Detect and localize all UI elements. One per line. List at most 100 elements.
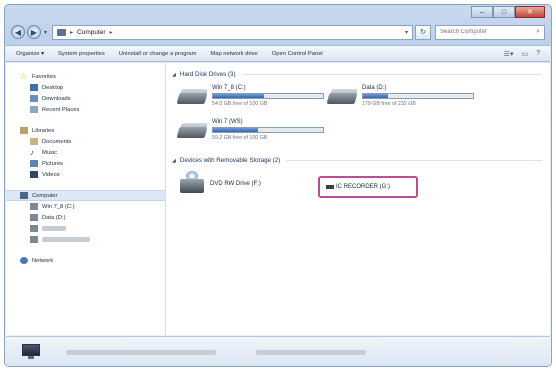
sidebar-item-label: Win 7_8 (C:): [42, 203, 75, 210]
hard-drive-icon: [326, 85, 358, 107]
drive-tile-c[interactable]: Win 7_8 (C:) 54.0 GB free of 100 GB: [176, 85, 324, 107]
sidebar-item-label: Libraries: [32, 127, 55, 134]
hard-drive-icon: [30, 236, 38, 243]
drive-name: Win 7_8 (C:): [212, 85, 246, 91]
sidebar-item-downloads[interactable]: Downloads: [6, 93, 165, 104]
drive-usage-bar: [212, 127, 324, 133]
maximize-button[interactable]: □: [493, 6, 515, 18]
uninstall-program-button[interactable]: Uninstall or change a program: [119, 51, 197, 57]
network-group: Network: [6, 255, 165, 266]
dvd-drive-tile[interactable]: DVD RW Drive (F:): [178, 171, 261, 195]
hard-drive-icon: [30, 203, 38, 210]
sidebar-item-recent-places[interactable]: Recent Places: [6, 104, 165, 115]
forward-arrow-icon: ▶: [30, 27, 38, 37]
group-divider: [241, 74, 542, 75]
sidebar-item-label: Recent Places: [42, 106, 80, 113]
sidebar-item-network[interactable]: Network: [6, 255, 165, 266]
desktop-icon: [30, 84, 38, 91]
group-title: Devices with Removable Storage (2): [179, 157, 281, 164]
breadcrumb-computer[interactable]: Computer: [77, 29, 106, 36]
details-pane: [6, 336, 550, 366]
back-arrow-icon: ◀: [14, 27, 22, 37]
map-network-drive-button[interactable]: Map network drive: [210, 51, 257, 57]
content-pane[interactable]: ◢ Hard Disk Drives (3) Win 7_8 (C:) 54.0…: [166, 63, 550, 335]
sidebar-item-label: Network: [32, 257, 54, 264]
sidebar-item-videos[interactable]: Videos: [6, 169, 165, 180]
drive-free-space: 54.0 GB free of 100 GB: [212, 101, 268, 107]
open-control-panel-button[interactable]: Open Control Panel: [272, 51, 323, 57]
command-bar: Organize ▾ System properties Uninstall o…: [6, 45, 550, 62]
sidebar-item-desktop[interactable]: Desktop: [6, 82, 165, 93]
collapse-triangle-icon: ◢: [172, 157, 176, 164]
drive-usage-fill: [363, 94, 389, 98]
hard-drive-icon: [176, 85, 208, 107]
main-area: ☆ Favorites Desktop Downloads Recent Pla…: [6, 63, 550, 335]
close-button[interactable]: ✕: [515, 6, 545, 18]
explorer-window: – □ ✕ ◀ ▶ ▾ ▸ Computer ▸ ▾ ↻ ⌕ Organize …: [4, 4, 552, 367]
hard-disk-drives-header[interactable]: ◢ Hard Disk Drives (3): [172, 69, 550, 80]
documents-icon: [30, 138, 38, 145]
drive-name: Win 7 (WS): [212, 119, 243, 125]
sidebar-item-music[interactable]: ♪ Music: [6, 147, 165, 158]
libraries-icon: [20, 127, 28, 134]
sidebar-item-label: Computer: [32, 192, 58, 199]
breadcrumb-separator[interactable]: ▸: [110, 29, 113, 36]
removable-storage-header[interactable]: ◢ Devices with Removable Storage (2): [172, 155, 550, 166]
change-view-icon[interactable]: ☰▾: [504, 50, 514, 58]
blurred-detail-text: [256, 349, 366, 355]
refresh-button[interactable]: ↻: [415, 24, 431, 40]
hard-drive-icon: [176, 119, 208, 141]
sidebar-item-drive-blurred-1[interactable]: [6, 223, 165, 234]
recent-pages-dropdown[interactable]: ▾: [44, 29, 47, 36]
sidebar-item-drive-c[interactable]: Win 7_8 (C:): [6, 201, 165, 212]
drive-name: Data (D:): [362, 85, 387, 91]
drive-usage-fill: [213, 94, 264, 98]
organize-button[interactable]: Organize ▾: [16, 51, 44, 57]
sidebar-item-label: Videos: [42, 171, 60, 178]
sidebar-item-computer[interactable]: Computer: [6, 190, 165, 201]
drive-tile-ws[interactable]: Win 7 (WS) 59.2 GB free of 100 GB: [176, 119, 324, 141]
ic-recorder-drive-tile[interactable]: IC RECORDER (G:): [318, 176, 418, 198]
breadcrumb-separator[interactable]: ▸: [70, 29, 73, 36]
sidebar-item-label: Music: [42, 149, 58, 156]
minimize-button[interactable]: –: [471, 6, 493, 18]
sidebar-item-drive-blurred-2[interactable]: [6, 234, 165, 245]
search-icon[interactable]: ⌕: [536, 28, 540, 36]
sidebar-item-libraries[interactable]: Libraries: [6, 125, 165, 136]
drive-name: IC RECORDER (G:): [336, 184, 390, 190]
address-bar[interactable]: ▸ Computer ▸ ▾: [52, 24, 413, 40]
forward-button[interactable]: ▶: [27, 25, 41, 39]
star-icon: ☆: [20, 72, 28, 81]
sidebar-item-label: Pictures: [42, 160, 63, 167]
address-history-dropdown[interactable]: ▾: [405, 29, 408, 36]
sidebar-item-pictures[interactable]: Pictures: [6, 158, 165, 169]
search-box[interactable]: ⌕: [435, 24, 545, 40]
drive-usage-fill: [213, 128, 259, 132]
drive-usage-bar: [212, 93, 324, 99]
sidebar-item-label: Documents: [42, 138, 72, 145]
drive-name: DVD RW Drive (F:): [210, 181, 261, 187]
back-button[interactable]: ◀: [11, 25, 25, 39]
sidebar-item-documents[interactable]: Documents: [6, 136, 165, 147]
search-input[interactable]: [440, 29, 537, 35]
system-properties-button[interactable]: System properties: [58, 51, 105, 57]
preview-pane-icon[interactable]: ▭: [521, 50, 528, 58]
address-row: ◀ ▶ ▾ ▸ Computer ▸ ▾ ↻ ⌕: [11, 23, 545, 41]
computer-icon: [22, 344, 42, 360]
navigation-pane[interactable]: ☆ Favorites Desktop Downloads Recent Pla…: [6, 63, 166, 335]
help-icon[interactable]: ?: [536, 50, 540, 58]
downloads-icon: [30, 95, 38, 102]
drive-tile-d[interactable]: Data (D:) 179 GB free of 232 GB: [326, 85, 474, 107]
drive-free-space: 59.2 GB free of 100 GB: [212, 135, 268, 141]
sidebar-item-drive-d[interactable]: Data (D:): [6, 212, 165, 223]
removable-drive-icon: [326, 185, 334, 189]
hard-drive-icon: [30, 225, 38, 232]
sidebar-item-label: Desktop: [42, 84, 64, 91]
group-divider: [286, 160, 542, 161]
collapse-triangle-icon: ◢: [172, 71, 176, 78]
hard-drive-icon: [30, 214, 38, 221]
dvd-drive-icon: [178, 171, 206, 195]
sidebar-item-favorites[interactable]: ☆ Favorites: [6, 71, 165, 82]
pictures-icon: [30, 160, 38, 167]
refresh-icon: ↻: [420, 29, 426, 36]
